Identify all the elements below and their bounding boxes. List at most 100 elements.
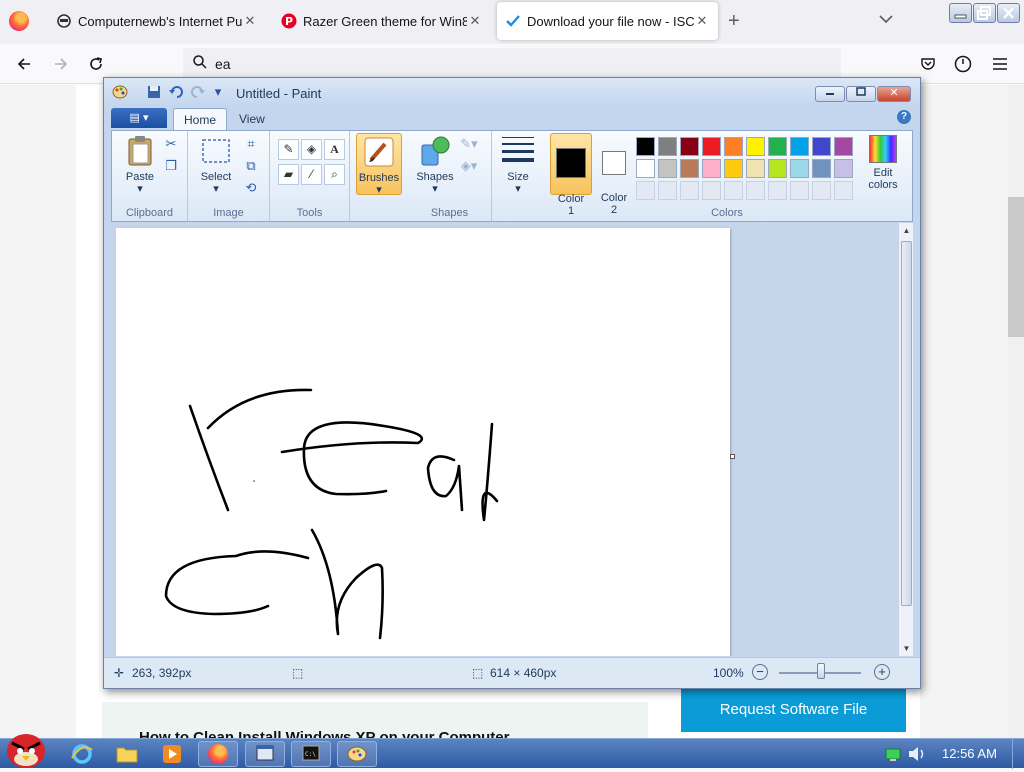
paint-file-menu-button[interactable]: ▤ ▾	[111, 108, 167, 128]
custom-color-slot[interactable]	[658, 181, 677, 200]
shapes-button[interactable]: Shapes ▾	[412, 135, 458, 195]
palette-swatch[interactable]	[790, 159, 809, 178]
custom-color-slot[interactable]	[768, 181, 787, 200]
custom-color-slot[interactable]	[746, 181, 765, 200]
magnifier-icon[interactable]: ⌕	[324, 164, 345, 185]
taskbar-paint[interactable]	[337, 741, 377, 767]
zoom-out-button[interactable]: −	[752, 664, 768, 680]
copy-icon[interactable]: ❐	[162, 157, 180, 175]
pocket-icon[interactable]	[916, 52, 940, 76]
palette-swatch[interactable]	[834, 137, 853, 156]
network-icon[interactable]	[882, 742, 906, 766]
text-tool-icon[interactable]: A	[324, 139, 345, 160]
tab-razer[interactable]: P Razer Green theme for Win8, ✕	[273, 2, 491, 40]
paint-close-button[interactable]: ✕	[877, 86, 911, 102]
custom-color-slot[interactable]	[636, 181, 655, 200]
start-button[interactable]	[0, 729, 52, 769]
palette-swatch[interactable]	[834, 159, 853, 178]
zoom-slider-knob[interactable]	[817, 663, 825, 679]
reload-button[interactable]	[84, 52, 108, 76]
palette-swatch[interactable]	[680, 137, 699, 156]
custom-color-slot[interactable]	[702, 181, 721, 200]
zoom-in-button[interactable]: +	[874, 664, 890, 680]
palette-swatch[interactable]	[658, 137, 677, 156]
cut-icon[interactable]: ✂	[162, 135, 180, 153]
canvas-resize-handle[interactable]	[730, 454, 735, 459]
palette-swatch[interactable]	[746, 137, 765, 156]
account-icon[interactable]	[951, 52, 975, 76]
tab-view[interactable]: View	[229, 108, 275, 130]
palette-swatch[interactable]	[768, 159, 787, 178]
page-scrollbar[interactable]	[1008, 85, 1024, 738]
custom-color-slot[interactable]	[680, 181, 699, 200]
paint-title-bar[interactable]: ▾ Untitled - Paint ✕	[104, 78, 920, 106]
url-input[interactable]	[215, 54, 815, 74]
undo-icon[interactable]	[168, 85, 184, 99]
palette-swatch[interactable]	[702, 137, 721, 156]
redo-icon[interactable]	[190, 85, 206, 99]
color1-button[interactable]: Color 1	[550, 133, 592, 217]
select-button[interactable]: Select ▾	[196, 135, 236, 195]
palette-swatch[interactable]	[746, 159, 765, 178]
volume-icon[interactable]	[905, 742, 929, 766]
fill-icon[interactable]: ◈▾	[460, 157, 478, 175]
taskbar-window[interactable]	[245, 741, 285, 767]
close-icon[interactable]: ✕	[242, 13, 258, 29]
help-icon[interactable]: ?	[897, 110, 911, 124]
media-player-icon[interactable]	[160, 742, 184, 766]
hamburger-menu-icon[interactable]	[988, 52, 1012, 76]
edit-colors-button[interactable]: Edit colors	[858, 135, 908, 191]
forward-button[interactable]	[49, 52, 73, 76]
tab-computernewb[interactable]: Computernewb's Internet Pu ✕	[48, 2, 266, 40]
custom-color-slot[interactable]	[790, 181, 809, 200]
page-scrollbar-thumb[interactable]	[1008, 197, 1024, 337]
scroll-down-arrow[interactable]: ▼	[899, 641, 914, 656]
tab-download[interactable]: Download your file now - ISC ✕	[497, 2, 718, 40]
palette-swatch[interactable]	[702, 159, 721, 178]
palette-swatch[interactable]	[636, 159, 655, 178]
back-button[interactable]	[12, 52, 36, 76]
eraser-icon[interactable]: ▰	[278, 164, 299, 185]
firefox-logo-icon[interactable]	[9, 11, 29, 31]
taskbar-clock[interactable]: 12:56 AM	[942, 746, 997, 761]
tab-home[interactable]: Home	[173, 108, 228, 130]
paste-button[interactable]: Paste ▾	[120, 135, 160, 195]
close-icon[interactable]: ✕	[467, 13, 483, 29]
paint-minimize-button[interactable]	[815, 86, 845, 102]
fill-bucket-icon[interactable]: ◈	[301, 139, 322, 160]
folder-icon[interactable]	[115, 742, 139, 766]
outline-icon[interactable]: ✎▾	[460, 135, 478, 153]
internet-explorer-icon[interactable]	[70, 742, 94, 766]
crop-icon[interactable]: ⌗	[242, 135, 260, 153]
palette-swatch[interactable]	[812, 137, 831, 156]
restore-button[interactable]	[973, 3, 996, 23]
close-icon[interactable]: ✕	[694, 13, 710, 29]
palette-swatch[interactable]	[636, 137, 655, 156]
palette-swatch[interactable]	[680, 159, 699, 178]
color-picker-icon[interactable]: ⁄	[301, 164, 322, 185]
resize-icon[interactable]: ⧉	[242, 157, 260, 175]
customize-qat-icon[interactable]: ▾	[210, 85, 226, 99]
palette-swatch[interactable]	[812, 159, 831, 178]
palette-swatch[interactable]	[724, 137, 743, 156]
paint-maximize-button[interactable]	[846, 86, 876, 102]
palette-swatch[interactable]	[724, 159, 743, 178]
new-tab-button[interactable]: +	[728, 10, 740, 33]
request-software-button[interactable]: Request Software File	[681, 688, 906, 732]
rotate-icon[interactable]: ⟲	[242, 179, 260, 197]
palette-swatch[interactable]	[768, 137, 787, 156]
save-icon[interactable]	[146, 85, 162, 99]
chevron-down-icon[interactable]	[879, 13, 893, 27]
drawing-canvas[interactable]	[116, 228, 730, 656]
pencil-icon[interactable]: ✎	[278, 139, 299, 160]
brushes-button[interactable]: Brushes ▾	[356, 133, 402, 196]
minimize-button[interactable]	[949, 3, 972, 23]
show-desktop-button[interactable]	[1012, 739, 1024, 769]
canvas-scrollbar[interactable]: ▲ ▼	[898, 223, 913, 656]
scroll-up-arrow[interactable]: ▲	[899, 223, 914, 238]
custom-color-slot[interactable]	[834, 181, 853, 200]
custom-color-slot[interactable]	[724, 181, 743, 200]
color2-button[interactable]: Color 2	[594, 133, 634, 216]
palette-swatch[interactable]	[658, 159, 677, 178]
taskbar-firefox[interactable]	[198, 741, 238, 767]
